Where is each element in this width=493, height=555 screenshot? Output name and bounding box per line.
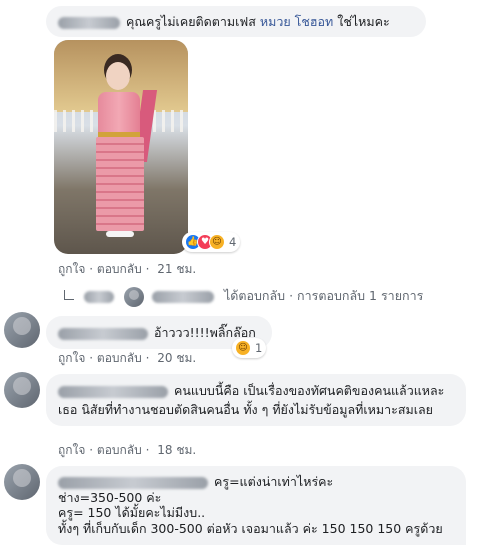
mention-link[interactable]: หมวย โชฮอท [260,14,333,29]
like-link[interactable]: ถูกใจ [58,260,85,279]
reply-author-blurred [83,290,114,303]
comment-actions-2: ถูกใจ · ตอบกลับ · 20 ชม. [58,349,196,368]
comment-bubble-1: คุณครูไม่เคยติดตามเฟส หมวย โชฮอท ใช่ไหมค… [46,6,426,37]
replied-label: ได้ตอบกลับ [223,288,286,303]
view-replies-link[interactable]: การตอบกลับ 1 รายการ [297,286,423,306]
comment-bubble-3: คนแบบนี้คือ เป็นเรื่องของทัศนคติของคนแล้… [46,374,466,426]
reply-link[interactable]: ตอบกลับ [97,349,142,368]
comment-text-prefix: คุณครูไม่เคยติดตามเฟส [126,14,256,29]
reply-author-blurred [151,290,214,303]
author-name-blurred[interactable] [58,476,208,489]
haha-reaction-icon: ☺ [209,234,225,250]
reply-link[interactable]: ตอบกลับ [97,441,142,460]
comment-line-3: ครู= 150 ได้มั้ยคะไม่มีงบ.. [58,505,206,520]
comment-photo[interactable] [54,40,188,254]
avatar[interactable] [4,372,40,408]
avatar[interactable] [4,312,40,348]
comment-actions-3: ถูกใจ · ตอบกลับ · 18 ชม. [58,441,196,460]
comment-bubble-4: ครู=แต่งน่าเท่าไหร่คะ ช่าง=350-500 ค่ะ ค… [46,466,466,545]
reactions-summary-2[interactable]: ☺ 1 [232,338,267,358]
reply-link[interactable]: ตอบกลับ [97,260,142,279]
replies-row[interactable]: ได้ตอบกลับ · การตอบกลับ 1 รายการ [64,286,423,307]
reactions-count: 1 [255,341,263,355]
avatar [123,286,144,307]
author-name-blurred[interactable] [58,327,148,340]
haha-reaction-icon: ☺ [235,340,251,356]
comment-text-suffix: ใช่ไหมคะ [337,14,390,29]
author-name-blurred[interactable] [58,385,168,398]
reactions-count: 4 [229,235,237,249]
like-link[interactable]: ถูกใจ [58,441,85,460]
reactions-summary-1[interactable]: 👍 ♥ ☺ 4 [182,232,241,252]
timestamp[interactable]: 18 ชม. [157,441,196,460]
reply-arrow-icon [64,289,74,300]
comment-actions-1: ถูกใจ · ตอบกลับ · 21 ชม. [58,260,196,279]
like-link[interactable]: ถูกใจ [58,349,85,368]
avatar[interactable] [4,464,40,500]
timestamp[interactable]: 21 ชม. [157,260,196,279]
comment-line-1: ครู=แต่งน่าเท่าไหร่คะ [214,474,334,489]
comment-line-2: ช่าง=350-500 ค่ะ [58,490,162,505]
comment-line-4: ทั้งๆ ที่เก็บกับเด็ก 300-500 ต่อหัว เจอม… [58,521,443,536]
timestamp[interactable]: 20 ชม. [157,349,196,368]
author-name-blurred[interactable] [58,16,120,29]
